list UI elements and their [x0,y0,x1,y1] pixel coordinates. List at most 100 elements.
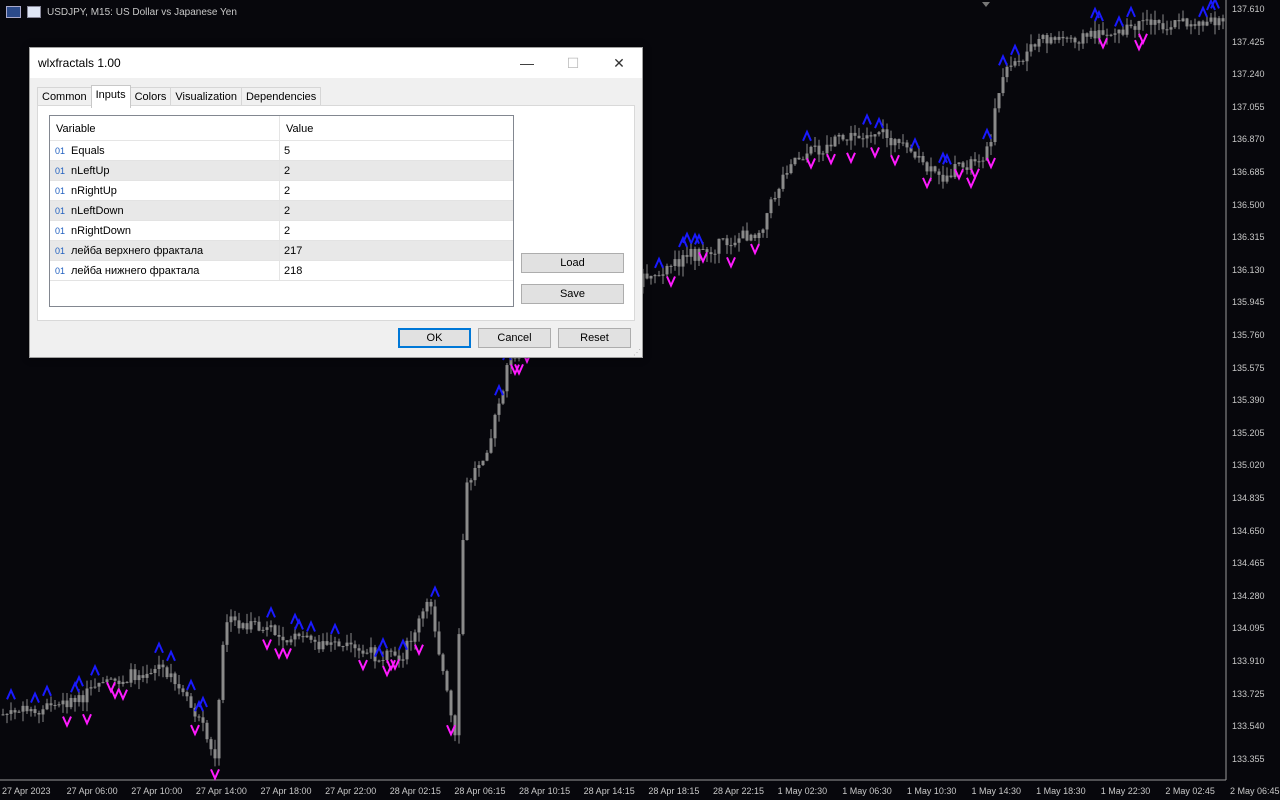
time-tick-label: 27 Apr 06:00 [66,786,118,796]
candle-body [1009,65,1013,67]
candle-body [1185,18,1189,27]
candle-body [857,135,861,139]
reset-button[interactable]: Reset [558,328,631,348]
one-click-trading-icon[interactable] [27,6,41,18]
chart-window-icon[interactable] [6,6,21,18]
candle-body [437,631,441,655]
candle-body [801,159,805,161]
param-value-cell[interactable]: 5 [280,141,513,160]
time-tick-label: 28 Apr 10:15 [519,786,571,796]
candle-body [993,108,997,143]
candle-body [785,173,789,175]
column-header-value[interactable]: Value [280,116,513,140]
candle-body [349,642,353,645]
dialog-titlebar[interactable]: wlxfractals 1.00 — ☐ ✕ [30,48,642,78]
candle-body [1085,33,1089,37]
param-value-cell[interactable]: 2 [280,201,513,220]
candle-body [657,275,661,277]
fractal-down-arrow-icon [210,768,220,781]
column-header-variable[interactable]: Variable [50,116,280,140]
cancel-button[interactable]: Cancel [478,328,551,348]
ok-button[interactable]: OK [398,328,471,348]
candle-body [1077,42,1081,44]
fractal-down-arrow-icon [282,648,292,660]
chart-shift-marker-icon[interactable] [982,2,990,7]
candle-body [37,712,41,715]
candle-body [873,134,877,137]
fractal-down-arrow-icon [970,168,980,181]
candle-body [645,273,649,279]
table-row[interactable]: 01 nLeftDown 2 [50,201,513,221]
candle-body [1029,44,1033,52]
candle-body [761,229,765,233]
param-value-cell[interactable]: 218 [280,261,513,280]
candle-body [1105,34,1109,36]
table-row[interactable]: 01 лейба верхнего фрактала 217 [50,241,513,261]
candle-body [325,641,329,645]
candle-body [1217,18,1221,26]
fractal-down-arrow-icon [870,147,880,159]
candle-body [213,749,217,759]
candle-body [61,700,65,705]
candle-body [1109,34,1113,36]
integer-type-icon: 01 [55,265,66,276]
resize-grip-icon[interactable]: ⋰ [633,348,641,357]
candle-body [937,171,941,175]
candle-body [389,650,393,652]
param-name: лейба нижнего фрактала [71,264,200,277]
fractal-down-arrow-icon [190,724,200,737]
candle-body [773,197,777,200]
candle-body [877,132,881,135]
candle-body [233,616,237,621]
price-tick-label: 134.095 [1232,623,1265,634]
candle-body [393,651,397,656]
fractal-up-arrow-icon [330,622,340,635]
table-row[interactable]: 01 Equals 5 [50,141,513,161]
candle-body [997,93,1001,109]
fractal-down-arrow-icon [986,157,996,170]
tab-inputs[interactable]: Inputs [90,85,131,108]
candle-body [469,480,473,483]
time-tick-label: 28 Apr 14:15 [583,786,635,796]
candle-body [337,641,341,647]
close-icon[interactable]: ✕ [596,48,642,78]
param-name-cell: 01 nRightUp [50,181,280,200]
candle-body [477,465,481,468]
table-row[interactable]: 01 nRightDown 2 [50,221,513,241]
candle-body [261,629,265,631]
candle-body [333,641,337,643]
param-value-cell[interactable]: 217 [280,241,513,260]
save-button[interactable]: Save [521,284,624,304]
fractal-down-arrow-icon [274,648,284,660]
candle-body [53,704,57,706]
candle-body [329,642,333,645]
candle-body [1141,20,1145,22]
candle-body [933,166,937,172]
table-row[interactable]: 01 лейба нижнего фрактала 218 [50,261,513,281]
table-row[interactable]: 01 nRightUp 2 [50,181,513,201]
candle-body [433,606,437,632]
price-tick-label: 135.575 [1232,362,1265,373]
fractal-down-arrow-icon [666,276,676,288]
param-value-cell[interactable]: 2 [280,221,513,240]
candle-body [77,695,81,703]
load-button[interactable]: Load [521,253,624,273]
candle-body [905,142,909,148]
candle-body [853,132,857,136]
candle-body [153,669,157,673]
fractal-up-arrow-icon [494,383,504,396]
minimize-icon[interactable]: — [504,48,550,78]
candle-body [1041,35,1045,39]
param-name: nLeftUp [71,164,110,177]
time-tick-label: 27 Apr 10:00 [131,786,183,796]
candle-body [1157,19,1161,24]
param-value-cell[interactable]: 2 [280,161,513,180]
price-tick-label: 136.685 [1232,167,1265,177]
fractal-up-arrow-icon [1010,43,1020,56]
candle-body [269,625,273,628]
param-value-cell[interactable]: 2 [280,181,513,200]
table-row[interactable]: 01 nLeftUp 2 [50,161,513,181]
candle-body [701,248,705,250]
dialog-title: wlxfractals 1.00 [38,56,121,70]
price-tick-label: 135.390 [1232,395,1265,406]
